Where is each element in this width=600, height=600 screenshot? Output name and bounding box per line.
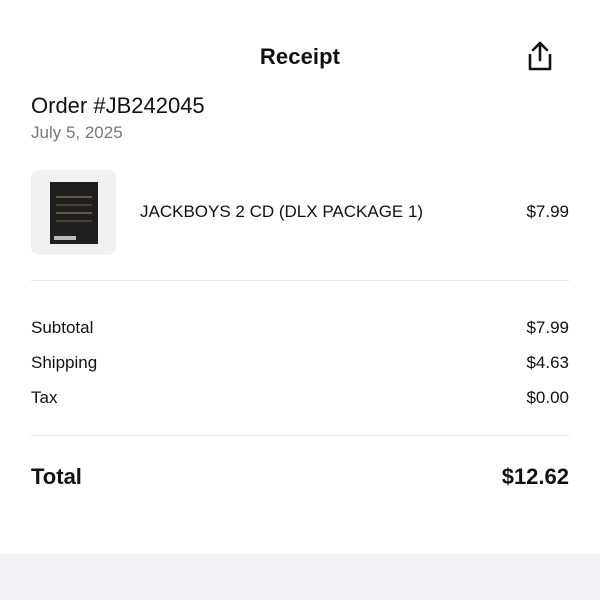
- bottom-bar: [0, 554, 600, 600]
- item-thumbnail[interactable]: [31, 170, 116, 255]
- shipping-label: Shipping: [31, 353, 98, 372]
- total-value: $12.62: [501, 464, 569, 489]
- tax-value: $0.00: [526, 388, 569, 407]
- shipping-value: $4.63: [526, 353, 569, 372]
- album-cover: [49, 181, 98, 244]
- item-price: $7.99: [526, 202, 569, 221]
- divider: [31, 435, 569, 436]
- subtotal-label: Subtotal: [31, 318, 94, 337]
- order-number: Order #JB242045: [31, 93, 205, 118]
- order-date: July 5, 2025: [31, 123, 123, 142]
- tax-label: Tax: [31, 388, 58, 407]
- page-title: Receipt: [259, 44, 341, 69]
- item-name[interactable]: JACKBOYS 2 CD (DLX PACKAGE 1): [140, 202, 423, 222]
- divider: [31, 280, 569, 281]
- share-icon: [528, 41, 552, 71]
- share-button[interactable]: [520, 36, 560, 76]
- total-label: Total: [31, 464, 82, 489]
- subtotal-value: $7.99: [526, 318, 569, 337]
